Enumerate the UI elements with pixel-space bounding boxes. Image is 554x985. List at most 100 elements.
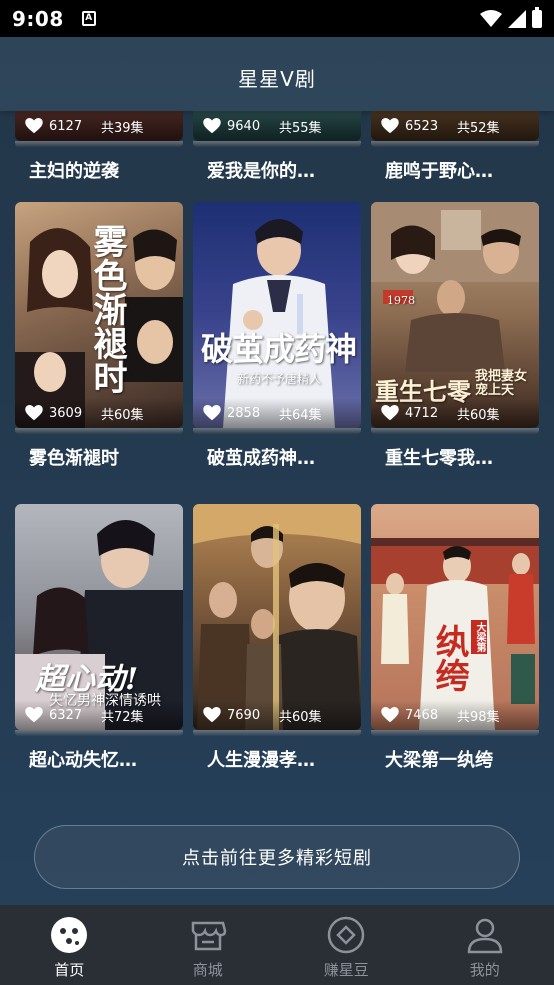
drama-poster[interactable]: 破茧成药神 新药不予唐精人 2858 共64集	[193, 202, 361, 428]
drama-card[interactable]: 9640 共55集 爱我是你的…	[193, 111, 361, 183]
drama-title[interactable]: 雾色渐褪时	[15, 444, 183, 470]
like-count: 7690	[227, 707, 261, 723]
heart-icon	[381, 405, 399, 421]
status-bar: 9:08 A	[0, 0, 554, 37]
notification-app-icon: A	[81, 11, 96, 26]
poster-meta: 2858 共64集	[193, 398, 361, 428]
like-count: 2858	[227, 405, 261, 421]
poster-meta: 6523 共52集	[371, 111, 539, 141]
drama-poster[interactable]: 雾色渐褪时 3609 共60集	[15, 202, 183, 428]
poster-meta: 3609 共60集	[15, 398, 183, 428]
nav-item-store[interactable]: 商城	[139, 905, 278, 985]
poster-art	[193, 504, 361, 730]
drama-title[interactable]: 破茧成药神…	[193, 444, 361, 470]
diamond-icon	[328, 916, 365, 954]
poster-meta: 7690 共60集	[193, 700, 361, 730]
drama-title[interactable]: 大梁第一纨绔	[371, 746, 539, 772]
nav-label-home: 首页	[54, 961, 85, 979]
drama-poster[interactable]: 超心动! 失忆男神深情诱哄 6327 共72集	[15, 504, 183, 730]
drama-title[interactable]: 鹿鸣于野心…	[371, 157, 539, 183]
drama-poster[interactable]: 纨绔 大梁第 7468 共98集	[371, 504, 539, 730]
poster-shadow	[15, 141, 183, 147]
bottom-nav: 首页 商城 赚星豆 我的	[0, 905, 554, 985]
poster-shadow	[371, 730, 539, 736]
poster-badge: 1978	[387, 294, 415, 307]
drama-title[interactable]: 重生七零我…	[371, 444, 539, 470]
episode-count: 共52集	[457, 120, 500, 136]
app-header: 星星V剧	[0, 37, 554, 111]
battery-icon	[532, 6, 542, 28]
like-count: 6523	[405, 118, 439, 134]
heart-icon	[25, 707, 43, 723]
heart-icon	[25, 405, 43, 421]
like-count: 4712	[405, 405, 439, 421]
poster-title-art: 破茧成药神	[201, 330, 357, 368]
drama-title[interactable]: 主妇的逆袭	[15, 157, 183, 183]
poster-shadow	[371, 428, 539, 434]
poster-meta: 6327 共72集	[15, 700, 183, 730]
like-count: 7468	[405, 707, 439, 723]
poster-meta: 7468 共98集	[371, 700, 539, 730]
episode-count: 共72集	[101, 709, 144, 725]
nav-item-earn[interactable]: 赚星豆	[277, 905, 416, 985]
poster-shadow	[15, 428, 183, 434]
nav-item-profile[interactable]: 我的	[416, 905, 554, 985]
drama-poster[interactable]: 6523 共52集	[371, 111, 539, 141]
nav-label-profile: 我的	[469, 961, 500, 979]
poster-subtitle-art: 我把妻女宠上天	[475, 369, 528, 398]
drama-card[interactable]: 超心动! 失忆男神深情诱哄 6327 共72集 超心动失忆…	[15, 504, 183, 772]
store-icon	[191, 921, 227, 951]
wifi-icon	[480, 9, 502, 27]
poster-art	[371, 538, 539, 730]
page-title: 星星V剧	[238, 66, 316, 91]
drama-card[interactable]: 雾色渐褪时 3609 共60集 雾色渐褪时	[15, 202, 183, 470]
heart-icon	[381, 707, 399, 723]
status-indicators	[480, 6, 542, 28]
home-icon	[51, 917, 88, 953]
drama-card[interactable]: 6523 共52集 鹿鸣于野心…	[371, 111, 539, 183]
heart-icon	[203, 405, 221, 421]
poster-subtitle-art: 新药不予唐精人	[237, 372, 322, 386]
profile-icon	[467, 918, 503, 954]
heart-icon	[203, 707, 221, 723]
drama-poster[interactable]: 9640 共55集	[193, 111, 361, 141]
heart-icon	[25, 118, 43, 134]
poster-shadow	[193, 730, 361, 736]
drama-grid[interactable]: 6127 共39集 主妇的逆袭 9640 共55集 爱我是你的… 6523 共5…	[0, 111, 554, 905]
drama-title[interactable]: 超心动失忆…	[15, 746, 183, 772]
poster-meta: 4712 共60集	[371, 398, 539, 428]
poster-shadow	[15, 730, 183, 736]
poster-art	[223, 219, 335, 428]
drama-title[interactable]: 爱我是你的…	[193, 157, 361, 183]
like-count: 3609	[49, 405, 83, 421]
like-count: 6327	[49, 707, 83, 723]
episode-count: 共98集	[457, 709, 500, 725]
episode-count: 共55集	[279, 120, 322, 136]
nav-label-earn: 赚星豆	[323, 961, 369, 979]
drama-card[interactable]: 纨绔 大梁第 7468 共98集 大梁第一纨绔	[371, 504, 539, 772]
like-count: 9640	[227, 118, 261, 134]
heart-icon	[381, 118, 399, 134]
episode-count: 共60集	[457, 407, 500, 423]
drama-poster[interactable]: 6127 共39集	[15, 111, 183, 141]
more-dramas-button[interactable]: 点击前往更多精彩短剧	[34, 825, 520, 889]
poster-title-art: 雾色渐褪时	[87, 224, 127, 394]
drama-card[interactable]: 破茧成药神 新药不予唐精人 2858 共64集 破茧成药神…	[193, 202, 361, 470]
poster-shadow	[371, 141, 539, 147]
poster-shadow	[193, 141, 361, 147]
episode-count: 共60集	[101, 407, 144, 423]
heart-icon	[203, 118, 221, 134]
episode-count: 共39集	[101, 120, 144, 136]
drama-poster[interactable]: 1978 重生七零 我把妻女宠上天 4712 共60集	[371, 202, 539, 428]
drama-title[interactable]: 人生漫漫孝…	[193, 746, 361, 772]
drama-card[interactable]: 7690 共60集 人生漫漫孝…	[193, 504, 361, 772]
drama-card[interactable]: 1978 重生七零 我把妻女宠上天 4712 共60集 重生七零我…	[371, 202, 539, 470]
poster-meta: 9640 共55集	[193, 111, 361, 141]
nav-item-home[interactable]: 首页	[0, 905, 139, 985]
poster-badge: 大梁第	[471, 620, 487, 654]
drama-poster[interactable]: 7690 共60集	[193, 504, 361, 730]
like-count: 6127	[49, 118, 83, 134]
nav-label-store: 商城	[192, 961, 223, 979]
status-time: 9:08	[12, 6, 64, 31]
drama-card[interactable]: 6127 共39集 主妇的逆袭	[15, 111, 183, 183]
